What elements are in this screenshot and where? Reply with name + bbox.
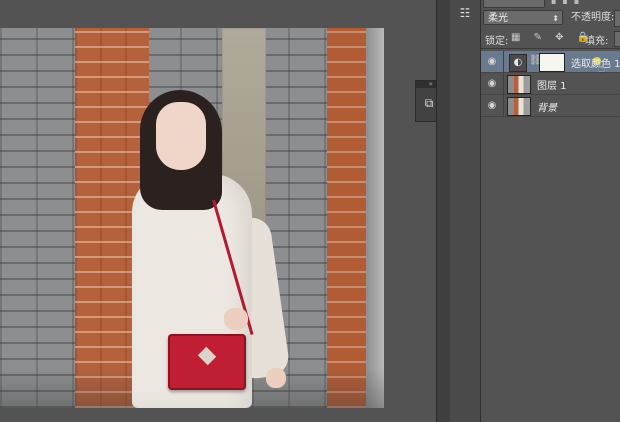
layer-mask-thumbnail[interactable] [539, 53, 565, 72]
face [156, 102, 206, 170]
blend-mode-select[interactable]: 柔光 ⬍ [483, 10, 563, 25]
eye-icon[interactable]: ◉ [486, 78, 498, 90]
opacity-label: 不透明度: [571, 12, 615, 23]
selective-color-icon[interactable]: ◐ [509, 54, 527, 72]
background-fade [366, 28, 384, 408]
dock-icon-column: ☷ [450, 0, 481, 422]
sliders-icon[interactable]: ☷ [458, 6, 472, 20]
divider [503, 51, 504, 73]
filter-icons: ▪▪▪ [551, 0, 586, 6]
layer-name[interactable]: 图层 1 [537, 77, 567, 92]
layer-row-selective-color[interactable]: ◉ ◐ ⛓ 选取颜色 1 ☝ [481, 51, 620, 75]
layer-row-layer1[interactable]: ◉ 图层 1 [481, 73, 620, 95]
lock-row: 锁定: ▦ ✎ ✥ 🔒 填充: [481, 30, 620, 48]
layer-thumbnail[interactable] [507, 75, 531, 94]
divider [481, 48, 620, 49]
fill-field[interactable] [614, 31, 620, 47]
red-brick-pillar-right [327, 28, 367, 408]
opacity-field[interactable] [614, 10, 620, 27]
layers-panel: ▪▪▪ 柔光 ⬍ 不透明度: 锁定: ▦ ✎ ✥ 🔒 填充: ◉ ◐ ⛓ 选取颜… [481, 0, 620, 422]
dock-collapse-strip[interactable] [436, 0, 451, 422]
fill-label: 填充: [585, 36, 609, 47]
blend-mode-value: 柔光 [488, 13, 508, 24]
blend-mode-row: ▪▪▪ 柔光 ⬍ 不透明度: [481, 0, 620, 27]
layer-row-background[interactable]: ◉ 背景 [481, 95, 620, 117]
eye-icon[interactable]: ◉ [486, 100, 498, 112]
divider [503, 73, 504, 95]
hand [224, 308, 248, 330]
document-image[interactable] [0, 28, 384, 408]
canvas-area[interactable]: » ✕ ⧉ [0, 0, 444, 422]
lock-label: 锁定: [485, 36, 509, 47]
filter-kind-select[interactable] [483, 0, 545, 8]
layer-thumbnail[interactable] [507, 97, 531, 116]
divider [503, 95, 504, 117]
layer-name[interactable]: 选取颜色 1 [571, 55, 620, 70]
lock-icons[interactable]: ▦ ✎ ✥ 🔒 [511, 32, 594, 43]
chevron-down-icon: ⬍ [552, 14, 559, 23]
eye-icon[interactable]: ◉ [486, 56, 498, 68]
hand [266, 368, 286, 388]
layer-name[interactable]: 背景 [537, 99, 557, 114]
